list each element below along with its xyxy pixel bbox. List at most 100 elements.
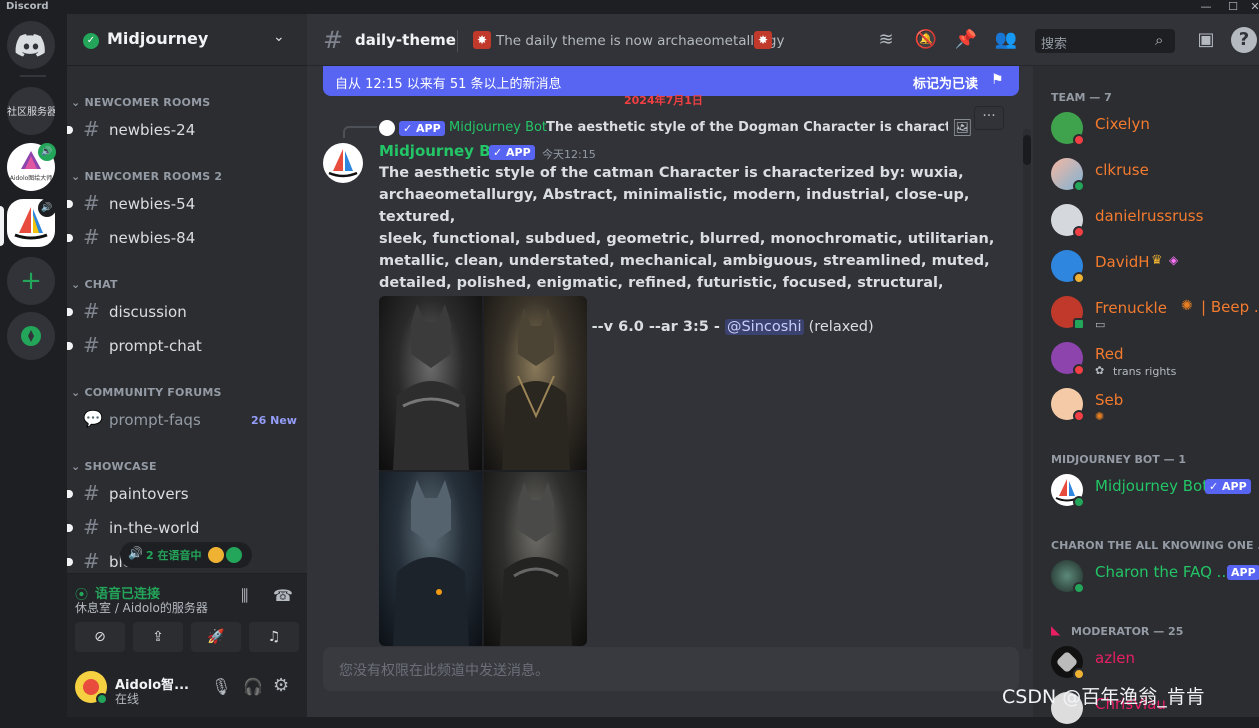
channel-topic[interactable]: The daily theme is now archaeometallurgy	[496, 33, 784, 49]
noise-suppression-icon[interactable]: ⫼	[241, 586, 248, 606]
member-item[interactable]: Cixelyn	[1049, 106, 1259, 148]
reply-author[interactable]: Midjourney Bot	[449, 120, 547, 135]
status-icon	[1073, 180, 1085, 192]
inbox-icon[interactable]: ▣	[1193, 28, 1219, 52]
channel-newbies-84[interactable]: # newbies-84	[67, 223, 299, 253]
message-timestamp: 今天12:15	[542, 148, 596, 161]
minimize-icon[interactable]: —	[1199, 0, 1213, 14]
category-label: NEWCOMER ROOMS 2	[84, 170, 223, 183]
channel-label: in-the-world	[109, 519, 200, 537]
app-tag-label: APP	[1231, 566, 1256, 579]
mark-read-button[interactable]: 标记为已读	[913, 73, 978, 92]
help-icon[interactable]: ?	[1231, 27, 1257, 53]
status-icon	[1073, 410, 1085, 422]
screen-share-button[interactable]: ⇪	[133, 622, 183, 652]
category-newcomer-rooms[interactable]: ⌄ NEWCOMER ROOMS	[71, 96, 210, 109]
home-button[interactable]	[7, 21, 55, 69]
status-emoji-icon: ✿	[1095, 364, 1105, 377]
channel-prompt-faqs[interactable]: 💬 prompt-faqs 26 New	[75, 405, 299, 435]
voice-location[interactable]: 休息室 / Aidolo的服务器	[75, 599, 208, 616]
voice-members-popup[interactable]: 🔊 2 在语音中	[120, 542, 252, 568]
channel-in-the-world[interactable]: # in-the-world	[67, 513, 299, 543]
member-name: Charon the FAQ ...	[1095, 563, 1231, 581]
image-tile[interactable]	[484, 296, 587, 470]
member-item[interactable]: azlen	[1049, 640, 1259, 682]
category-showcase[interactable]: ⌄ SHOWCASE	[71, 460, 157, 473]
game-icon: ▭	[1095, 318, 1106, 331]
camera-off-button[interactable]: ⊘	[75, 622, 125, 652]
channel-title: daily-theme	[355, 31, 456, 49]
member-item[interactable]: Seb ✺	[1049, 382, 1259, 424]
new-messages-text: 自从 12:15 以来有 51 条以上的新消息	[335, 77, 562, 92]
guild-header[interactable]: ✓ Midjourney ⌄	[67, 14, 307, 66]
member-name: Midjourney Bot	[1095, 477, 1209, 495]
user-mention[interactable]: @Sincoshi	[724, 319, 804, 335]
voice-connection-panel: ⦿ 语音已连接 休息室 / Aidolo的服务器 ⫼ ☎ ⊘ ⇪ 🚀 ♫	[67, 573, 307, 661]
category-chat[interactable]: ⌄ CHAT	[71, 278, 118, 291]
channel-label: newbies-54	[109, 195, 196, 213]
scrollbar[interactable]	[1023, 129, 1031, 649]
member-item[interactable]: Midjourney Bot ✓ APP	[1049, 468, 1259, 510]
more-options-icon[interactable]: ···	[974, 106, 1004, 130]
mobile-status-icon	[1073, 318, 1085, 330]
threads-icon[interactable]: ≋	[873, 28, 899, 52]
explore-button[interactable]	[7, 312, 55, 360]
close-icon[interactable]: ✕	[1248, 0, 1259, 14]
title-bar: Discord — ☐ ✕	[0, 0, 1259, 14]
channel-prompt-chat[interactable]: # prompt-chat	[67, 331, 299, 361]
avatar[interactable]	[323, 143, 363, 183]
member-item[interactable]: DavidH ♛ ◈	[1049, 244, 1259, 286]
hash-icon: #	[83, 515, 100, 539]
maximize-icon[interactable]: ☐	[1226, 0, 1240, 14]
member-name: Red	[1095, 345, 1124, 363]
watermark: CSDN @百年渔翁_肯肯	[1002, 686, 1205, 708]
image-tile[interactable]	[484, 472, 587, 646]
channel-discussion[interactable]: # discussion	[67, 297, 299, 327]
image-grid[interactable]	[379, 296, 587, 646]
pin-icon[interactable]: 📌	[953, 28, 979, 52]
channel-paintovers[interactable]: # paintovers	[67, 479, 299, 509]
member-list: TEAM — 7 Cixelyn clkruse danielrussruss …	[1033, 66, 1259, 724]
soundboard-button[interactable]: ♫	[249, 622, 299, 652]
member-name: clkruse	[1095, 161, 1149, 179]
status-icon	[1073, 668, 1085, 680]
reply-text[interactable]: The aesthetic style of the Dogman Charac…	[546, 120, 948, 135]
member-name-suffix: | Beep ...	[1201, 298, 1259, 316]
activity-button[interactable]: 🚀	[191, 622, 241, 652]
headphones-icon[interactable]: 🎧	[243, 677, 263, 696]
channel-newbies-54[interactable]: # newbies-54	[67, 189, 299, 219]
app-tag: ✓ APP	[1205, 479, 1251, 494]
member-item[interactable]: Red ✿ trans rights	[1049, 336, 1259, 378]
gear-icon[interactable]: ⚙	[273, 675, 289, 696]
add-server-button[interactable]: +	[7, 257, 55, 305]
date-divider: 2024年7月1日	[624, 94, 703, 107]
member-custom-status: trans rights	[1113, 365, 1177, 378]
message-composer[interactable]: 您没有权限在此频道中发送消息。	[323, 647, 1019, 691]
member-item[interactable]: clkruse	[1049, 152, 1259, 194]
mark-read-icon: ⚑	[991, 72, 1004, 88]
member-name: DavidH	[1095, 253, 1150, 271]
status-icon	[1073, 226, 1085, 238]
channel-newbies-24[interactable]: # newbies-24	[67, 115, 299, 145]
category-newcomer-rooms-2[interactable]: ⌄ NEWCOMER ROOMS 2	[71, 170, 222, 183]
hash-icon: #	[83, 299, 100, 323]
category-community-forums[interactable]: ⌄ COMMUNITY FORUMS	[71, 386, 222, 399]
image-tile[interactable]	[379, 296, 482, 470]
image-tile[interactable]	[379, 472, 482, 646]
server-community[interactable]: 社区服务器	[7, 87, 55, 135]
notification-muted-icon[interactable]: 🔕	[913, 28, 939, 52]
member-list-icon[interactable]: 👥	[993, 28, 1019, 52]
member-item[interactable]: Frenuckle ✺ | Beep ... ▭	[1049, 290, 1259, 332]
microphone-icon[interactable]: 🎙	[211, 677, 231, 696]
member-item[interactable]: danielrussruss	[1049, 198, 1259, 240]
catman-figure-icon	[502, 308, 570, 470]
status-icon	[1073, 272, 1085, 284]
voice-count: 2 在语音中	[146, 549, 202, 562]
disconnect-icon[interactable]: ☎	[273, 586, 293, 605]
avatar	[379, 120, 395, 136]
member-item[interactable]: Charon the FAQ ... APP	[1049, 554, 1259, 596]
scrollbar-thumb[interactable]	[1023, 135, 1031, 165]
search-input[interactable]: 搜索 ⌕	[1035, 29, 1175, 53]
message-line: The aesthetic style of the catman Charac…	[379, 165, 964, 181]
server-community-label: 社区服务器	[7, 107, 55, 118]
